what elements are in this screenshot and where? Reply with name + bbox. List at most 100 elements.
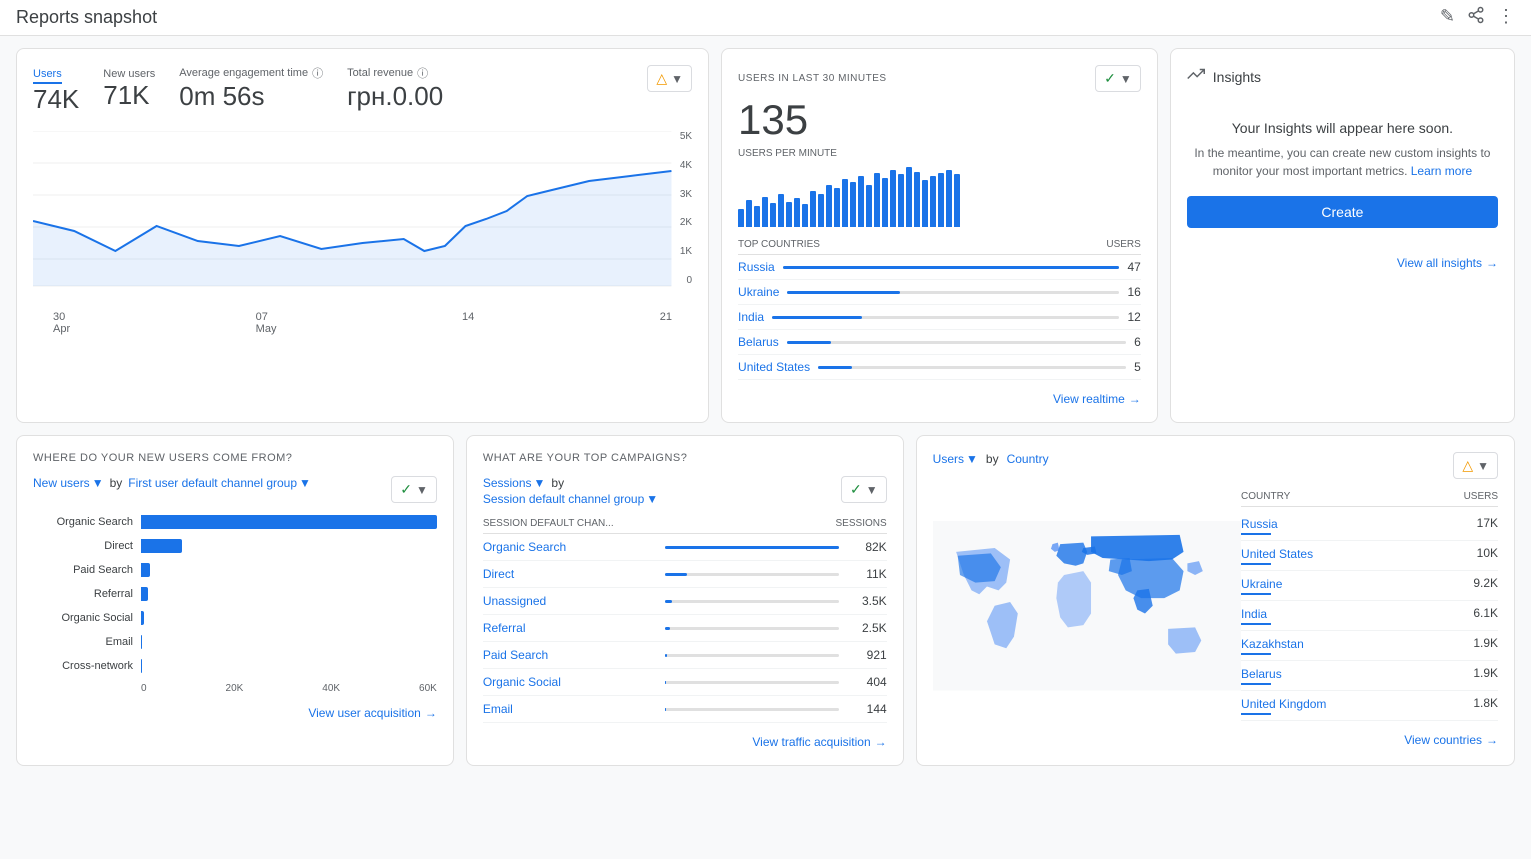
chevron-down-icon-campaigns-dim: ▼ <box>646 492 658 506</box>
info-icon-engagement[interactable]: ⓘ <box>312 65 323 81</box>
session-bar-paid-search <box>665 654 839 657</box>
campaigns-dim-link[interactable]: Session default channel group ▼ <box>483 492 658 506</box>
bar-mini <box>882 178 888 227</box>
country-name-india[interactable]: India <box>738 310 764 324</box>
arrow-right-icon-geo: → <box>1486 733 1498 747</box>
insights-title: Insights <box>1213 69 1261 85</box>
bar-mini <box>746 200 752 227</box>
map-country-section: COUNTRY USERS Russia 17K United States <box>933 491 1498 721</box>
session-name-referral[interactable]: Referral <box>483 621 657 635</box>
users-label[interactable]: Users <box>33 68 62 84</box>
hbar-fill-direct <box>141 539 182 553</box>
metric-dropdown-btn[interactable]: △ ▼ <box>647 65 692 92</box>
hbar-axis-labels: 0 20K 40K 60K <box>33 683 437 694</box>
country-bar-india <box>772 316 1119 319</box>
learn-more-link[interactable]: Learn more <box>1411 164 1472 178</box>
campaigns-card-header: Sessions ▼ by Session default channel gr… <box>483 476 887 506</box>
campaigns-card: WHAT ARE YOUR TOP CAMPAIGNS? Sessions ▼ … <box>466 435 904 766</box>
campaigns-dropdown-btn[interactable]: ✓ ▼ <box>841 476 887 503</box>
bar-mini <box>946 170 952 227</box>
avg-engagement-value: 0m 56s <box>179 81 323 112</box>
hbar-row-direct: Direct <box>33 539 437 553</box>
view-traffic-acquisition-link[interactable]: View traffic acquisition → <box>483 735 887 749</box>
campaigns-dropdown-arrow: ▼ <box>866 483 878 497</box>
country-name-belarus[interactable]: Belarus <box>738 335 779 349</box>
hbar-label-email: Email <box>33 636 133 648</box>
session-value-organic-social: 404 <box>847 675 887 689</box>
top-countries-users-col: USERS <box>1106 239 1140 250</box>
hbar-track-referral <box>141 587 437 601</box>
bar-mini <box>818 194 824 227</box>
hbar-row-organic-social: Organic Social <box>33 611 437 625</box>
arrow-right-icon: → <box>1129 392 1141 406</box>
geo-country-link[interactable]: Country <box>1007 452 1049 466</box>
clist-name-us[interactable]: United States <box>1241 547 1313 561</box>
view-realtime-link[interactable]: View realtime → <box>738 392 1141 406</box>
bar-mini <box>866 185 872 227</box>
session-bar-direct <box>665 573 839 576</box>
realtime-dropdown-btn[interactable]: ✓ ▼ <box>1095 65 1141 92</box>
share-icon[interactable] <box>1467 6 1485 29</box>
bar-mini <box>770 203 776 227</box>
country-name-us[interactable]: United States <box>738 360 810 374</box>
bar-mini <box>914 172 920 227</box>
acquisition-dim-link[interactable]: First user default channel group ▼ <box>128 476 311 490</box>
geo-dropdown-btn[interactable]: △ ▼ <box>1453 452 1498 479</box>
bar-mini <box>922 180 928 227</box>
country-bar-us <box>818 366 1126 369</box>
clist-name-belarus[interactable]: Belarus <box>1241 667 1282 681</box>
acquisition-dropdown-btn[interactable]: ✓ ▼ <box>391 476 437 503</box>
session-name-email[interactable]: Email <box>483 702 657 716</box>
realtime-header: USERS IN LAST 30 MINUTES ✓ ▼ <box>738 65 1141 92</box>
view-all-insights-link[interactable]: View all insights → <box>1187 256 1498 270</box>
geo-users-link[interactable]: Users ▼ <box>933 452 978 466</box>
warning-icon-geo: △ <box>1462 457 1473 474</box>
bar-mini <box>858 176 864 227</box>
check-icon-realtime: ✓ <box>1104 70 1116 87</box>
y-label-2k: 2K <box>680 217 692 228</box>
hbar-label-direct: Direct <box>33 540 133 552</box>
info-icon-revenue[interactable]: ⓘ <box>417 65 428 81</box>
hbar-label-referral: Referral <box>33 588 133 600</box>
new-users-filter-link[interactable]: New users ▼ <box>33 476 104 490</box>
realtime-section-label: USERS IN LAST 30 MINUTES <box>738 73 887 84</box>
campaigns-filter-link[interactable]: Sessions ▼ <box>483 476 546 490</box>
hbar-track-direct <box>141 539 437 553</box>
session-name-organic-search[interactable]: Organic Search <box>483 540 657 554</box>
clist-name-uk[interactable]: United Kingdom <box>1241 697 1326 711</box>
header-actions: ✎ ⋮ <box>1440 6 1515 29</box>
session-name-direct[interactable]: Direct <box>483 567 657 581</box>
country-name-russia[interactable]: Russia <box>738 260 775 274</box>
clist-name-wrap-us: United States <box>1241 546 1313 565</box>
y-label-5k: 5K <box>680 131 692 142</box>
clist-name-wrap-belarus: Belarus <box>1241 666 1282 685</box>
clist-name-ukraine[interactable]: Ukraine <box>1241 577 1282 591</box>
session-value-email: 144 <box>847 702 887 716</box>
create-insights-button[interactable]: Create <box>1187 196 1498 228</box>
session-name-organic-social[interactable]: Organic Social <box>483 675 657 689</box>
session-bar-email <box>665 708 839 711</box>
clist-name-russia[interactable]: Russia <box>1241 517 1278 531</box>
y-label-0: 0 <box>680 275 692 286</box>
insights-trend-icon <box>1187 65 1205 88</box>
y-label-4k: 4K <box>680 160 692 171</box>
bar-mini <box>954 174 960 227</box>
clist-name-india[interactable]: India <box>1241 607 1267 621</box>
view-user-acquisition-link[interactable]: View user acquisition → <box>33 706 437 720</box>
line-chart-svg <box>33 131 692 291</box>
clist-name-kazakhstan[interactable]: Kazakhstan <box>1241 637 1304 651</box>
edit-icon[interactable]: ✎ <box>1440 6 1455 29</box>
axis-60k: 60K <box>419 683 437 694</box>
view-countries-link[interactable]: View countries → <box>933 733 1498 747</box>
more-icon[interactable]: ⋮ <box>1497 6 1515 29</box>
campaigns-section-title: WHAT ARE YOUR TOP CAMPAIGNS? <box>483 452 887 464</box>
session-value-unassigned: 3.5K <box>847 594 887 608</box>
country-name-ukraine[interactable]: Ukraine <box>738 285 779 299</box>
bar-mini <box>890 170 896 227</box>
session-name-paid-search[interactable]: Paid Search <box>483 648 657 662</box>
session-name-unassigned[interactable]: Unassigned <box>483 594 657 608</box>
hbar-track-email <box>141 635 437 649</box>
realtime-bar-chart <box>738 167 1141 227</box>
clist-row-ukraine: Ukraine 9.2K <box>1241 571 1498 601</box>
country-row-ukraine: Ukraine 16 <box>738 280 1141 305</box>
